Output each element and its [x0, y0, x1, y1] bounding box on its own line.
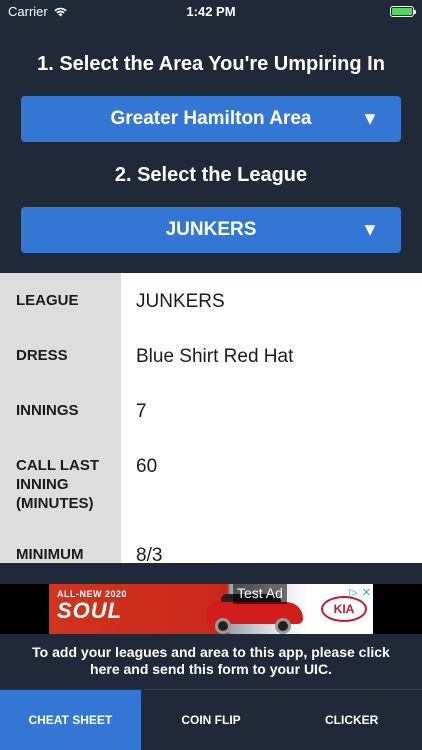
status-left: Carrier: [8, 4, 68, 19]
close-icon[interactable]: ✕: [362, 586, 371, 599]
battery-level: [392, 7, 412, 15]
row-label: CALL LAST INNING (MINUTES): [16, 457, 100, 512]
wifi-icon: [54, 7, 67, 16]
row-label: INNINGS: [16, 402, 79, 419]
ad-banner[interactable]: ALL-NEW 2020 SOUL Test Ad KIA ▷ ✕: [49, 584, 373, 634]
league-section-title: 2. Select the League: [114, 164, 308, 186]
area-section-title: 1. Select the Area You're Umpiring In: [37, 53, 385, 75]
row-value: 60: [136, 456, 158, 477]
caret-down-icon: ▼: [361, 108, 379, 129]
league-picker[interactable]: JUNKERS ▼: [21, 207, 401, 253]
carrier-label: Carrier: [8, 3, 48, 19]
ad-headline: ALL-NEW 2020 SOUL: [57, 589, 127, 623]
row-label: DRESS: [16, 347, 68, 364]
row-value: 8/3: [136, 545, 163, 563]
area-picker-value: Greater Hamilton Area: [110, 108, 312, 129]
tab-bar: CHEAT SHEET COIN FLIP CLICKER: [0, 689, 422, 750]
kia-logo: KIA: [321, 596, 367, 622]
ad-choices-icon[interactable]: ▷: [349, 586, 357, 599]
area-picker[interactable]: Greater Hamilton Area ▼: [21, 96, 401, 142]
status-bar: Carrier 1:42 PM: [0, 0, 422, 22]
row-value: Blue Shirt Red Hat: [136, 346, 294, 367]
caret-down-icon: ▼: [361, 219, 379, 240]
row-label: LEAGUE: [16, 292, 79, 309]
test-ad-label: Test Ad: [233, 584, 287, 604]
tab-cheat-sheet[interactable]: CHEAT SHEET: [0, 690, 141, 750]
league-details-table[interactable]: LEAGUE JUNKERS DRESS Blue Shirt Red Hat …: [0, 273, 422, 563]
tab-clicker[interactable]: CLICKER: [281, 690, 422, 750]
tab-coin-flip[interactable]: COIN FLIP: [141, 690, 282, 750]
ad-big-text: SOUL: [57, 598, 123, 623]
ad-choices[interactable]: ▷ ✕: [349, 586, 371, 599]
add-league-notice-link[interactable]: To add your leagues and area to this app…: [0, 634, 422, 689]
league-picker-value: JUNKERS: [165, 219, 257, 240]
row-value: 7: [136, 401, 147, 422]
row-label: MINIMUM: [16, 546, 84, 563]
ad-strip: ALL-NEW 2020 SOUL Test Ad KIA ▷ ✕: [0, 584, 422, 634]
row-value: JUNKERS: [136, 291, 225, 312]
battery-icon: [390, 5, 416, 17]
